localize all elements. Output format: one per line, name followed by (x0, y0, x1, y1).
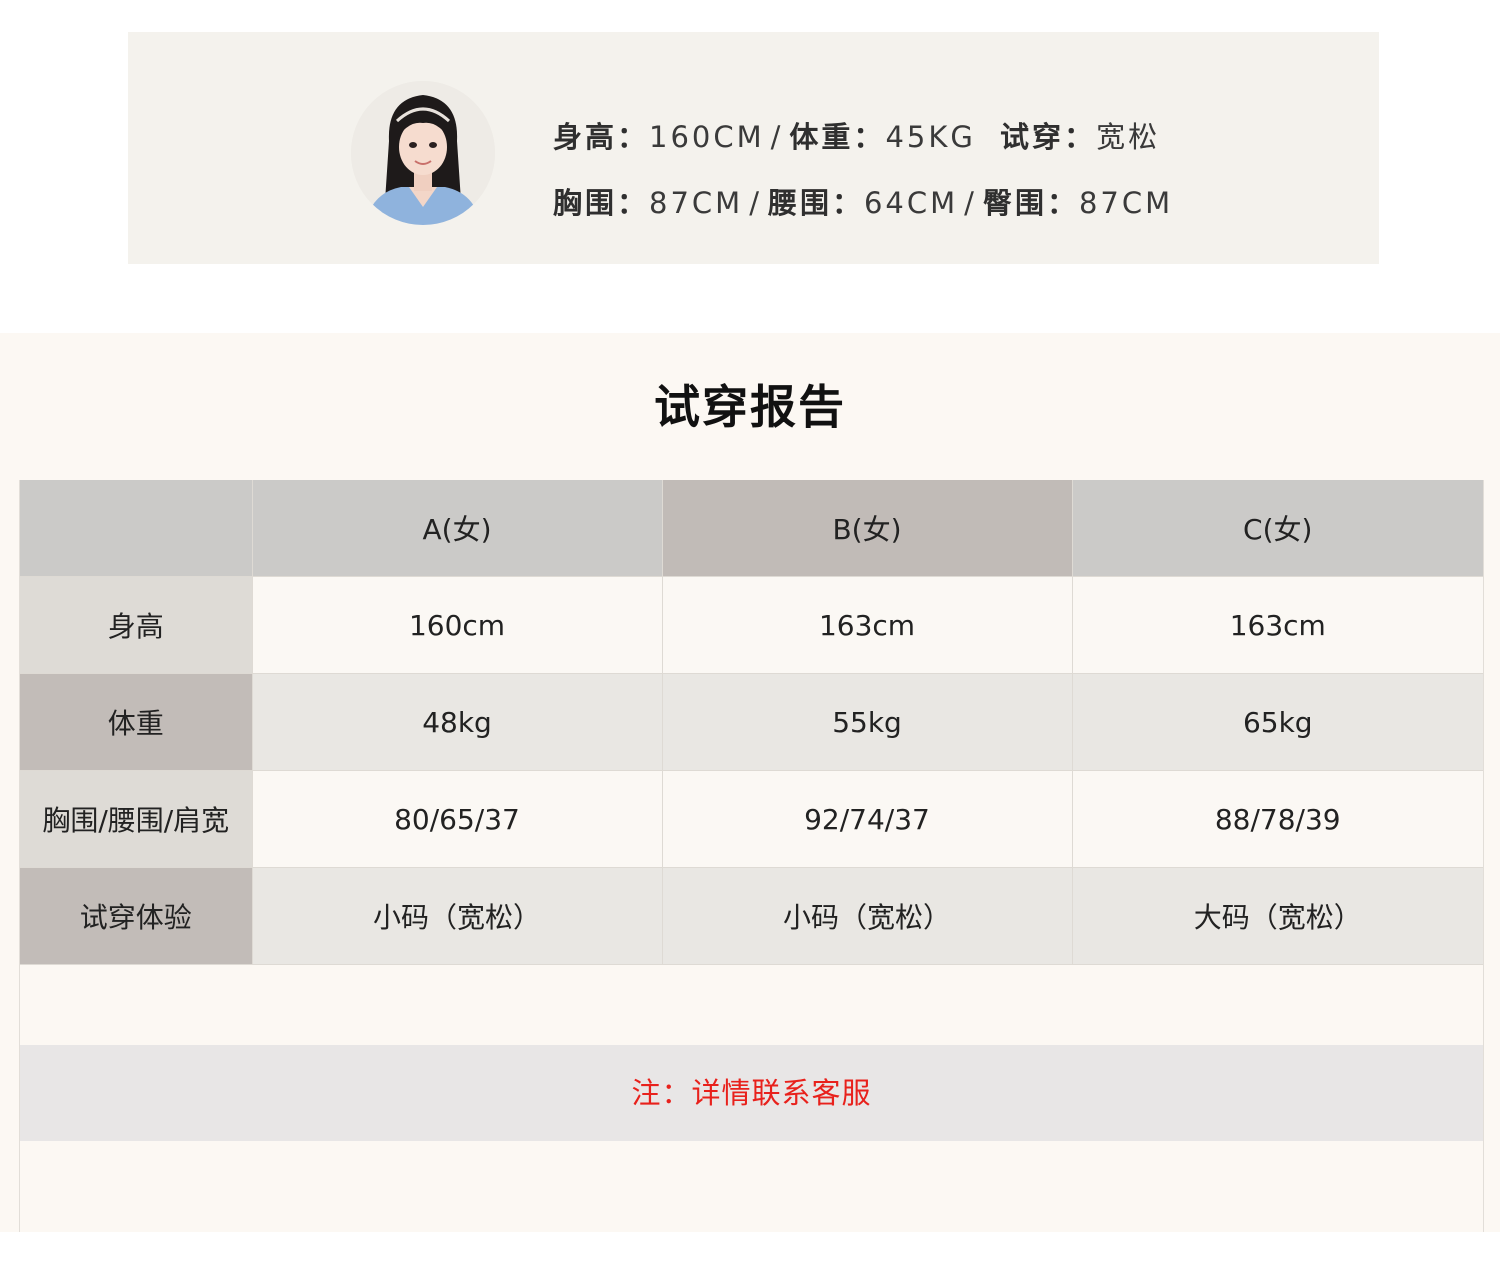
height-value: 160CM (649, 120, 765, 154)
model-line-2: 胸围：87CM / 腰围：64CM / 臀围：87CM (553, 170, 1173, 236)
table-cell: 88/78/39 (1071, 770, 1483, 868)
waist-label: 腰围： (767, 186, 864, 220)
model-line-1: 身高：160CM / 体重：45KG 试穿：宽松 (553, 104, 1173, 170)
table-row-weight: 体重 48kg 55kg 65kg (20, 673, 1483, 771)
row-label: 胸围/腰围/肩宽 (20, 770, 252, 868)
separator: / (964, 186, 977, 220)
fit-label: 试穿： (1000, 120, 1097, 154)
model-avatar (351, 81, 495, 225)
bust-value: 87CM (649, 186, 744, 220)
table-cell: 小码（宽松） (661, 867, 1072, 965)
height-label: 身高： (553, 120, 650, 154)
bust-label: 胸围： (553, 186, 650, 220)
model-portrait-image (351, 81, 495, 225)
table-header-row: A(女) B(女) C(女) (20, 480, 1483, 577)
row-label: 身高 (20, 576, 252, 674)
table-cell: 163cm (661, 576, 1072, 674)
table-row-height: 身高 160cm 163cm 163cm (20, 576, 1483, 674)
table-cell: 160cm (251, 576, 662, 674)
table-cell: 80/65/37 (251, 770, 662, 868)
table-cell: 48kg (251, 673, 662, 771)
weight-value: 45KG (885, 120, 976, 154)
header-cell-a: A(女) (251, 480, 662, 577)
model-measurements: 身高：160CM / 体重：45KG 试穿：宽松 胸围：87CM / 腰围：64CM / 臀… (553, 104, 1173, 236)
hip-label: 臀围： (982, 186, 1079, 220)
table-cell: 65kg (1071, 673, 1483, 771)
header-cell-c: C(女) (1071, 480, 1483, 577)
row-label: 试穿体验 (20, 867, 252, 965)
separator: / (770, 120, 784, 154)
header-cell-b: B(女) (661, 480, 1072, 577)
report-table-area: A(女) B(女) C(女) 身高 160cm 163cm 163cm 体重 4… (19, 480, 1484, 1232)
report-title: 试穿报告 (654, 380, 846, 434)
table-row-experience: 试穿体验 小码（宽松） 小码（宽松） 大码（宽松） (20, 867, 1483, 965)
table-cell: 大码（宽松） (1071, 867, 1483, 965)
hip-value: 87CM (1078, 186, 1174, 220)
table-row-measurements: 胸围/腰围/肩宽 80/65/37 92/74/37 88/78/39 (20, 770, 1483, 868)
separator: / (749, 186, 762, 220)
waist-value: 64CM (863, 186, 959, 220)
table-cell: 163cm (1071, 576, 1483, 674)
model-info-card: 身高：160CM / 体重：45KG 试穿：宽松 胸围：87CM / 腰围：64CM / 臀… (128, 32, 1379, 264)
table-cell: 小码（宽松） (251, 867, 662, 965)
tryon-table: A(女) B(女) C(女) 身高 160cm 163cm 163cm 体重 4… (20, 480, 1483, 965)
contact-note: 注：详情联系客服 (20, 1045, 1483, 1141)
weight-label: 体重： (789, 120, 886, 154)
table-cell: 55kg (661, 673, 1072, 771)
row-label: 体重 (20, 673, 252, 771)
table-cell: 92/74/37 (661, 770, 1072, 868)
header-corner-cell (20, 480, 252, 577)
tryon-report-section: 试穿报告 A(女) B(女) C(女) 身高 160cm 163cm 163cm… (0, 333, 1500, 1232)
fit-value: 宽松 (1096, 120, 1161, 154)
